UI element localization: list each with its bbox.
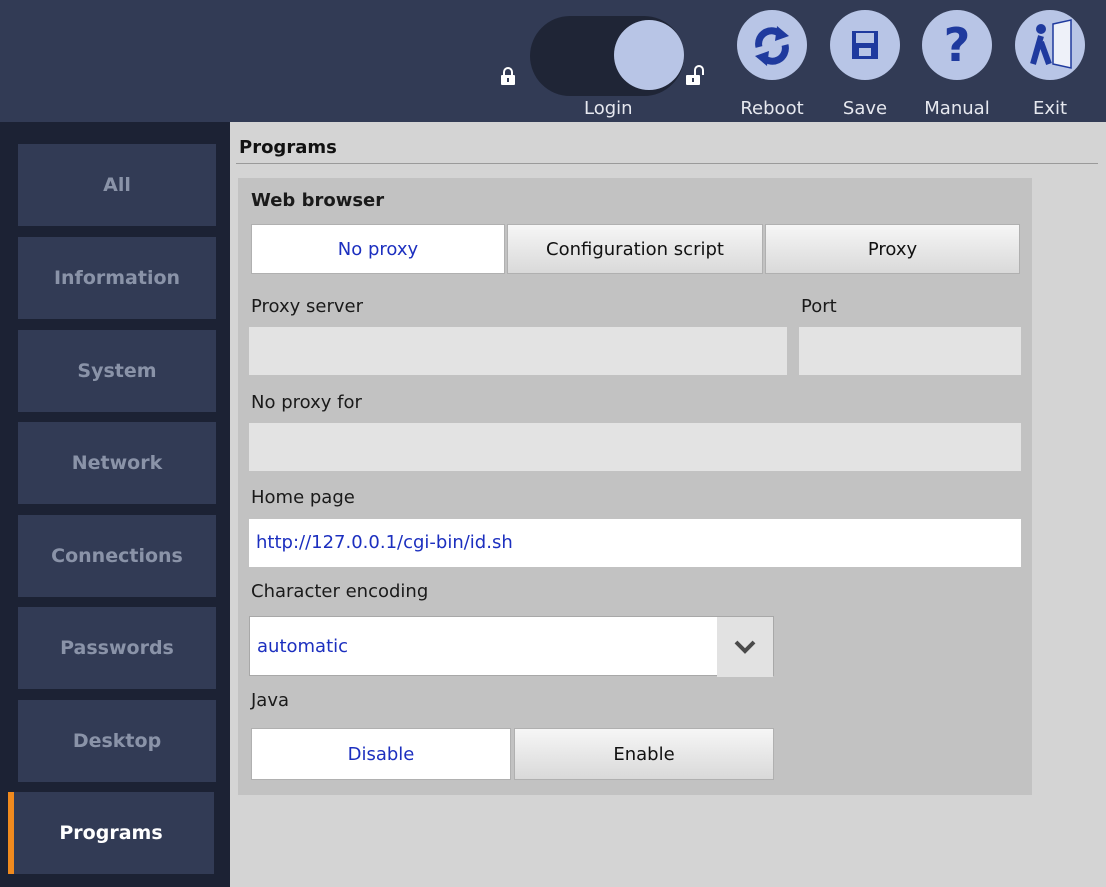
proxy-mode-no-proxy[interactable]: No proxy: [251, 224, 505, 274]
sidebar-item-label: Network: [71, 452, 163, 474]
home-page-value: http://127.0.0.1/cgi-bin/id.sh: [256, 532, 513, 553]
help-icon: ?: [944, 18, 971, 72]
reboot-icon: [755, 26, 789, 66]
port-input[interactable]: [799, 327, 1021, 375]
sidebar-item-network[interactable]: Network: [18, 422, 216, 504]
segment-label: Proxy: [867, 238, 918, 260]
title-divider: [236, 163, 1098, 164]
lock-closed-icon: [501, 67, 515, 85]
exit-label: Exit: [1032, 98, 1068, 119]
sidebar-item-label: Desktop: [72, 730, 162, 752]
exit-button[interactable]: Exit: [1015, 10, 1085, 122]
top-toolbar: Login Reboot Save ? Manual Exit: [0, 0, 1106, 122]
java-label: Java: [251, 690, 290, 711]
login-label: Login: [584, 98, 633, 119]
chevron-down-icon: [734, 640, 756, 654]
active-indicator: [8, 792, 14, 874]
sidebar-item-label: Information: [53, 267, 181, 289]
svg-text:?: ?: [944, 18, 971, 72]
login-toggle[interactable]: [530, 16, 684, 96]
segment-label: No proxy: [337, 238, 419, 260]
segment-label: Enable: [613, 743, 675, 765]
sidebar-item-label: Programs: [59, 822, 163, 844]
sidebar-item-programs[interactable]: Programs: [8, 792, 214, 874]
sidebar-item-label: Passwords: [60, 637, 174, 659]
page-title: Programs: [239, 137, 337, 158]
login-toggle-knob[interactable]: [614, 20, 684, 90]
port-label: Port: [801, 296, 837, 317]
character-encoding-label: Character encoding: [251, 581, 429, 602]
save-button[interactable]: Save: [830, 10, 900, 122]
character-encoding-value: automatic: [257, 636, 349, 657]
sidebar-item-system[interactable]: System: [18, 330, 216, 412]
sidebar-item-label: Connections: [51, 545, 183, 567]
character-encoding-select[interactable]: automatic: [249, 616, 774, 677]
proxy-server-label: Proxy server: [251, 296, 364, 317]
dropdown-button[interactable]: [717, 617, 773, 677]
proxy-mode-proxy[interactable]: Proxy: [765, 224, 1020, 274]
segment-label: Disable: [347, 743, 415, 765]
reboot-button[interactable]: Reboot: [737, 10, 807, 122]
home-page-label: Home page: [251, 487, 355, 508]
manual-button[interactable]: ? Manual: [922, 10, 992, 122]
sidebar-item-label: System: [77, 360, 157, 382]
sidebar-item-connections[interactable]: Connections: [18, 515, 216, 597]
sidebar-item-desktop[interactable]: Desktop: [18, 700, 216, 782]
lock-open-icon: [686, 65, 704, 85]
exit-door-icon: [1030, 19, 1072, 69]
sidebar-item-all[interactable]: All: [18, 144, 216, 226]
home-page-input[interactable]: http://127.0.0.1/cgi-bin/id.sh: [249, 519, 1021, 567]
sidebar: All Information System Network Connectio…: [0, 122, 230, 887]
sidebar-item-information[interactable]: Information: [18, 237, 216, 319]
segment-label: Configuration script: [546, 238, 724, 260]
floppy-icon: [852, 31, 878, 59]
sidebar-item-passwords[interactable]: Passwords: [18, 607, 216, 689]
proxy-mode-config-script[interactable]: Configuration script: [507, 224, 763, 274]
sidebar-item-label: All: [103, 174, 131, 196]
proxy-server-input[interactable]: [249, 327, 787, 375]
java-disable-button[interactable]: Disable: [251, 728, 511, 780]
web-browser-heading: Web browser: [251, 190, 385, 211]
no-proxy-for-label: No proxy for: [251, 392, 362, 413]
java-enable-button[interactable]: Enable: [514, 728, 774, 780]
no-proxy-for-input[interactable]: [249, 423, 1021, 471]
